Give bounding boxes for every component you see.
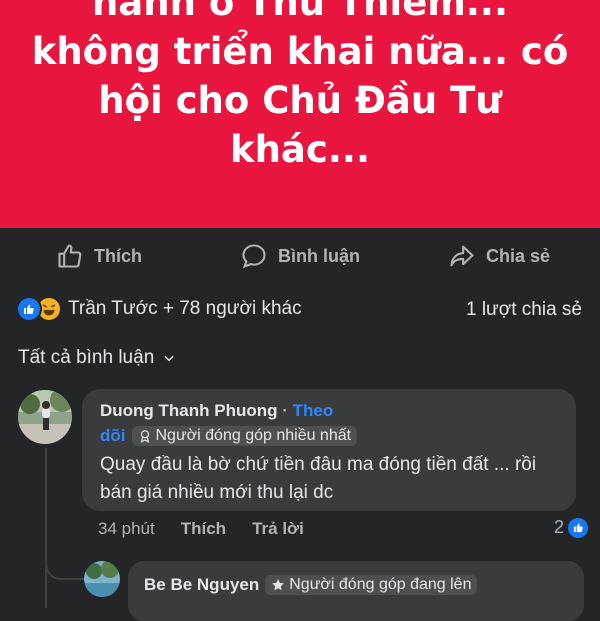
chevron-down-icon [164, 355, 174, 362]
star-icon [272, 579, 285, 591]
comment-like-button[interactable]: Thích [181, 519, 226, 539]
comment-like-count[interactable]: 2 [554, 517, 588, 538]
reactions-summary[interactable]: Trần Tước + 78 người khác [16, 296, 302, 322]
banner-line: khác... [229, 128, 370, 171]
thumbs-up-icon [58, 244, 82, 268]
comment-bubble[interactable]: Duong Thanh Phuong · Theo dõi Người đóng… [82, 389, 576, 511]
reply-bubble[interactable]: Be Be Nguyen Người đóng góp đang lên [128, 561, 584, 621]
banner-line: không triển khai nữa... có [31, 30, 569, 73]
separator-dot: · [282, 401, 288, 420]
comments-filter-dropdown[interactable]: Tất cả bình luận [18, 347, 176, 369]
badge-label: Người đóng góp nhiều nhất [155, 427, 352, 444]
medal-icon [140, 430, 149, 443]
share-label: Chia sẻ [486, 245, 551, 266]
reply-author[interactable]: Be Be Nguyen [144, 575, 259, 595]
like-button[interactable]: Thích [56, 242, 142, 270]
banner-line: hanh ô Thu Thiêm... [91, 0, 509, 24]
comment-label: Bình luận [278, 245, 360, 266]
comment-bubble-icon [242, 244, 266, 269]
like-label: Thích [94, 245, 142, 266]
comment-author[interactable]: Duong Thanh Phuong [100, 401, 278, 420]
top-contributor-badge[interactable]: Người đóng góp nhiều nhất [131, 426, 358, 446]
comment-time[interactable]: 34 phút [98, 519, 155, 539]
comment-header-line2: dõi Người đóng góp nhiều nhất [100, 426, 358, 446]
comment-meta: 34 phút Thích Trả lời [98, 519, 330, 539]
like-reaction-icon [568, 517, 588, 538]
reactions-text: Trần Tước + 78 người khác [68, 298, 302, 319]
rising-contributor-badge[interactable]: Người đóng góp đang lên [265, 575, 478, 595]
share-arrow-icon [450, 245, 474, 267]
thread-line [45, 448, 47, 608]
comment-reply-button[interactable]: Trả lời [252, 519, 304, 539]
comment-header: Duong Thanh Phuong · Theo [100, 401, 333, 421]
like-reaction-icon [16, 296, 42, 322]
reply-connector [45, 548, 85, 580]
share-button[interactable]: Chia sẻ [448, 242, 550, 270]
shares-count[interactable]: 1 lượt chia sẻ [466, 299, 582, 321]
avatar[interactable] [18, 390, 72, 444]
comments-filter-label: Tất cả bình luận [18, 347, 155, 368]
comment-button[interactable]: Bình luận [240, 242, 360, 270]
banner-text: hanh ô Thu Thiêm... không triển khai nữa… [0, 0, 600, 174]
reply-header: Be Be Nguyen Người đóng góp đang lên [144, 575, 478, 595]
follow-button-cont[interactable]: dõi [100, 426, 126, 446]
comment-text: Quay đầu là bờ chứ tiền đâu ma đóng tiền… [100, 454, 537, 503]
reply-avatar[interactable] [84, 561, 120, 597]
like-count-value: 2 [553, 517, 564, 537]
post-stats: Trần Tước + 78 người khác 1 lượt chia sẻ [0, 296, 600, 328]
post-image-banner[interactable]: hanh ô Thu Thiêm... không triển khai nữa… [0, 0, 600, 228]
banner-line: hội cho Chủ Đầu Tư [98, 79, 502, 122]
follow-button[interactable]: Theo [293, 401, 334, 420]
badge-label: Người đóng góp đang lên [289, 576, 472, 593]
post-action-bar: Thích Bình luận Chia sẻ [0, 228, 600, 284]
